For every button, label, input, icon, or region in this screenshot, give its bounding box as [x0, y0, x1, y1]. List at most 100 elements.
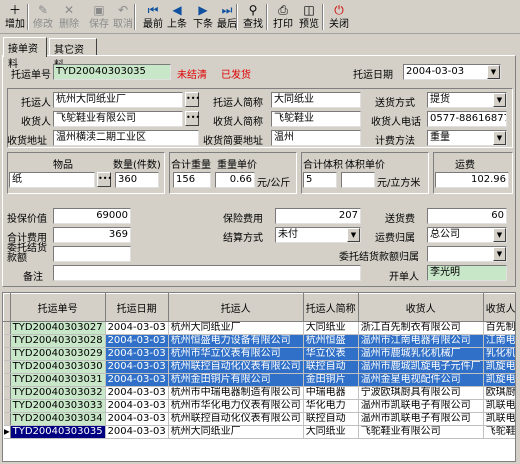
undo-button[interactable]: ↶ 取消	[110, 2, 136, 32]
freight-field[interactable]: 102.96	[435, 172, 509, 188]
chevron-down-icon[interactable]: ▼	[493, 131, 506, 145]
table-row[interactable]: TYD20040303027 2004-03-03 杭州大同纸业厂 大同纸业 浙江百先制…	[3, 321, 515, 335]
prev-button[interactable]: ◀ 上条	[164, 2, 190, 32]
table-row[interactable]: TYD20040303029 2004-03-03 杭州市华立仪表有限公司 华立仪表温…	[3, 347, 515, 361]
consignee-field[interactable]: 飞鸵鞋业有限公司	[53, 111, 183, 127]
order-grid[interactable]: 托运单号托运日期托运人托运人简称收货人收货人简称收货 TYD2004030302…	[2, 292, 516, 462]
weight-total-field[interactable]: 156	[173, 172, 211, 188]
next-button[interactable]: ▶ 下条	[190, 2, 216, 32]
row-indicator[interactable]: ▶	[3, 425, 11, 439]
shipper-field[interactable]: 杭州大同纸业厂	[53, 92, 183, 108]
table-row[interactable]: TYD20040303028 2004-03-03 杭州恒盛电力设备有限公司 杭州恒盛…	[3, 334, 515, 348]
table-cell[interactable]: 温州市凯联电子有限公司	[358, 412, 484, 426]
table-cell[interactable]: 2004-03-03	[105, 412, 169, 426]
table-cell[interactable]: 2004-03-03	[105, 347, 169, 361]
consign-settle-field[interactable]	[53, 246, 131, 262]
tab-other-info[interactable]: 其它资料	[49, 38, 97, 71]
table-cell[interactable]: 大同纸业	[303, 321, 359, 335]
preview-button[interactable]: ◫ 预览	[296, 2, 322, 32]
consignee-phone-field[interactable]: 0577-88616877	[427, 111, 507, 127]
column-header[interactable]: 托运日期	[104, 293, 169, 322]
insurance-fee-field[interactable]: 207	[275, 208, 361, 224]
consign-date-picker[interactable]: 2004-03-03 ▼	[403, 64, 501, 80]
find-button[interactable]: ⚲ 查找	[240, 2, 266, 32]
row-indicator[interactable]	[3, 373, 11, 387]
table-cell[interactable]: 杭州大同纸业厂	[168, 321, 304, 335]
table-cell[interactable]: 杭州市中瑞电器制造有限公司	[168, 386, 304, 400]
tab-order-info[interactable]: 接单资料	[3, 37, 47, 70]
table-cell[interactable]: 大同纸业	[303, 425, 359, 439]
volume-total-field[interactable]: 5	[303, 172, 337, 188]
table-cell[interactable]: 2004-03-03	[105, 321, 169, 335]
table-cell[interactable]: 凯联电子	[483, 412, 515, 426]
table-cell[interactable]: TYD20040303034	[10, 412, 106, 426]
total-fee-field[interactable]: 369	[53, 227, 131, 243]
table-row[interactable]: TYD20040303033 2004-03-03 杭州市华化电力仪表有限公司 华化电…	[3, 399, 515, 413]
shipper-short-field[interactable]: 大同纸业	[271, 92, 361, 108]
table-cell[interactable]: 江南电器	[483, 334, 515, 348]
goods-lookup-button[interactable]: •••	[97, 172, 112, 187]
table-cell[interactable]: 欧琪厨具	[483, 386, 515, 400]
operator-field[interactable]: 李光明	[427, 265, 507, 281]
column-header[interactable]: 托运人	[167, 293, 304, 322]
delete-button[interactable]: ✕ 删除	[56, 2, 82, 32]
table-cell[interactable]: TYD20040303035	[10, 425, 106, 439]
table-cell[interactable]: 凯旋电子	[483, 360, 515, 374]
table-cell[interactable]: 2004-03-03	[105, 399, 169, 413]
row-indicator[interactable]	[3, 412, 11, 426]
consignee-short-field[interactable]: 飞鸵鞋业	[271, 111, 361, 127]
table-cell[interactable]: TYD20040303027	[10, 321, 106, 335]
table-row[interactable]: TYD20040303030 2004-03-03 杭州联控自动化仪表有限公司 联控自…	[3, 360, 515, 374]
edit-button[interactable]: ✎ 修改	[30, 2, 56, 32]
table-cell[interactable]: 2004-03-03	[105, 425, 169, 439]
table-cell[interactable]: 温州市江南电器有限公司	[358, 334, 484, 348]
delivery-fee-field[interactable]: 60	[427, 208, 507, 224]
weight-price-field[interactable]: 0.66	[215, 172, 255, 188]
column-header[interactable]: 收货人	[357, 293, 484, 322]
table-row[interactable]: ▶ TYD20040303035 2004-03-03 杭州大同纸业厂 大同纸业 飞鸵鞋业…	[3, 425, 515, 439]
chevron-down-icon[interactable]: ▼	[493, 228, 506, 242]
add-button[interactable]: ＋ 增加	[2, 2, 28, 32]
table-cell[interactable]: 乳化机械	[483, 347, 515, 361]
table-cell[interactable]: 飞鸵鞋业	[483, 425, 515, 439]
consignee-lookup-button[interactable]: •••	[185, 111, 200, 126]
qty-field[interactable]: 360	[115, 172, 159, 188]
table-row[interactable]: TYD20040303031 2004-03-03 杭州金田铜片有限公司 金田铜片 温州…	[3, 373, 515, 387]
table-cell[interactable]: 飞鸵鞋业有限公司	[358, 425, 484, 439]
table-cell[interactable]: 杭州大同纸业厂	[168, 425, 304, 439]
table-cell[interactable]: 华化电力	[303, 399, 359, 413]
table-cell[interactable]: TYD20040303033	[10, 399, 106, 413]
table-cell[interactable]: 杭州市华化电力仪表有限公司	[168, 399, 304, 413]
row-indicator[interactable]	[3, 399, 11, 413]
chevron-down-icon[interactable]: ▼	[493, 93, 506, 107]
table-cell[interactable]: 温州金星电视配件公司	[358, 373, 484, 387]
row-indicator[interactable]	[3, 334, 11, 348]
chevron-down-icon[interactable]: ▼	[493, 247, 506, 261]
table-cell[interactable]: TYD20040303030	[10, 360, 106, 374]
table-cell[interactable]: 杭州金田铜片有限公司	[168, 373, 304, 387]
table-row[interactable]: TYD20040303034 2004-03-03 杭州联控自动化仪表有限公司 联控自…	[3, 412, 515, 426]
table-cell[interactable]: TYD20040303028	[10, 334, 106, 348]
remark-field[interactable]	[53, 265, 361, 281]
consign-owner-select[interactable]: ▼	[427, 246, 507, 262]
table-cell[interactable]: 百先制衣	[483, 321, 515, 335]
delivery-mode-select[interactable]: 提货 ▼	[427, 92, 507, 108]
calc-method-select[interactable]: 重量 ▼	[427, 130, 507, 146]
first-button[interactable]: ⏮ 最前	[140, 2, 166, 32]
column-header[interactable]: 收货人简称	[482, 293, 515, 322]
consignee-addr-short-field[interactable]: 温州	[271, 130, 361, 146]
chevron-down-icon[interactable]: ▼	[487, 65, 500, 79]
save-button[interactable]: ▣ 保存	[86, 2, 112, 32]
table-cell[interactable]: 杭州恒盛电力设备有限公司	[168, 334, 304, 348]
close-button[interactable]: ⏻ 关闭	[326, 2, 352, 32]
table-cell[interactable]: 凯联电子	[483, 399, 515, 413]
chevron-down-icon[interactable]: ▼	[347, 228, 360, 242]
table-cell[interactable]: 杭州联控自动化仪表有限公司	[168, 412, 304, 426]
table-cell[interactable]: TYD20040303032	[10, 386, 106, 400]
table-cell[interactable]: 温州市凯联电子有限公司	[358, 399, 484, 413]
table-cell[interactable]: 2004-03-03	[105, 386, 169, 400]
settle-mode-select[interactable]: 未付 ▼	[275, 227, 361, 243]
row-indicator[interactable]	[3, 321, 11, 335]
table-cell[interactable]: TYD20040303031	[10, 373, 106, 387]
table-cell[interactable]: 联控自动	[303, 412, 359, 426]
